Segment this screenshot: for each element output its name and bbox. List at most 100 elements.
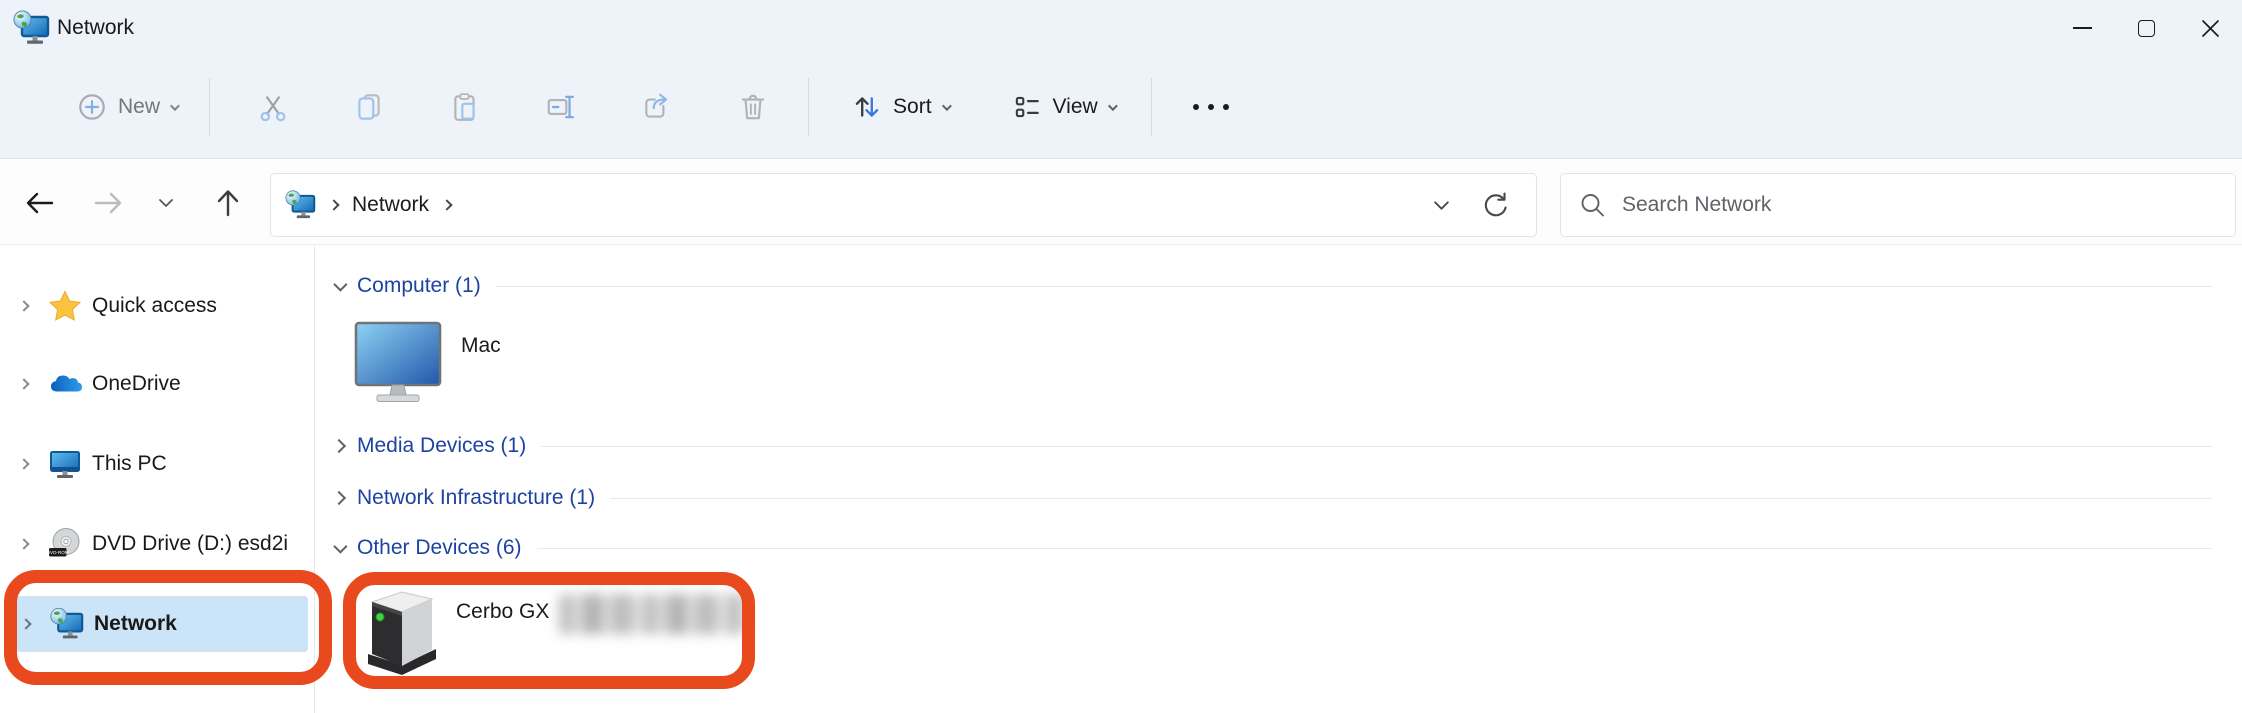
trash-icon	[737, 91, 769, 123]
network-monitor-globe-icon	[285, 190, 316, 220]
group-header-label: Computer (1)	[357, 274, 481, 298]
dvd-disc-icon: DVD-ROM	[48, 527, 82, 561]
sidebar-item-label: This PC	[92, 452, 167, 476]
delete-button[interactable]	[720, 74, 786, 140]
arrow-right-icon	[90, 187, 126, 219]
sidebar-item-label: Quick access	[92, 294, 217, 318]
chevron-down-icon	[170, 101, 180, 111]
view-list-icon	[1011, 91, 1043, 123]
arrow-up-icon	[211, 186, 245, 220]
item-label: Cerbo GX	[456, 600, 549, 678]
group-rule	[537, 548, 2212, 549]
share-button[interactable]	[624, 74, 690, 140]
group-header-network-infrastructure[interactable]: Network Infrastructure (1)	[316, 478, 2242, 518]
more-options-button[interactable]	[1178, 74, 1244, 140]
address-dropdown-button[interactable]	[1414, 186, 1468, 224]
close-button[interactable]	[2178, 0, 2242, 56]
up-button[interactable]	[206, 184, 250, 222]
computer-monitor-icon	[352, 320, 444, 408]
navigation-bar: Network	[0, 160, 2242, 245]
group-header-label: Other Devices (6)	[357, 536, 522, 560]
refresh-icon	[1480, 190, 1510, 220]
sidebar-item-this-pc[interactable]: This PC	[0, 436, 312, 492]
title-bar: Network	[0, 0, 2242, 56]
scissors-icon	[257, 91, 289, 123]
chevron-right-icon[interactable]	[18, 458, 29, 469]
search-input[interactable]	[1622, 193, 2217, 217]
plus-circle-icon	[76, 91, 108, 123]
chevron-right-icon[interactable]	[332, 491, 346, 505]
chevron-down-icon	[1108, 101, 1118, 111]
chevron-right-icon[interactable]	[18, 300, 29, 311]
chevron-right-icon[interactable]	[18, 378, 29, 389]
chevron-right-icon[interactable]	[18, 538, 29, 549]
view-button-label: View	[1053, 95, 1098, 119]
command-toolbar: New	[0, 56, 2242, 158]
chevron-down-icon[interactable]	[333, 540, 347, 554]
items-view: Computer (1) Mac Media Devices (1) Netwo…	[316, 246, 2242, 713]
item-mac[interactable]: Mac	[352, 320, 501, 408]
group-header-media-devices[interactable]: Media Devices (1)	[316, 426, 2242, 466]
group-header-label: Network Infrastructure (1)	[357, 486, 595, 510]
redacted-text	[559, 594, 747, 634]
chevron-down-icon[interactable]	[333, 278, 347, 292]
monitor-icon	[48, 447, 82, 481]
breadcrumb-network[interactable]: Network	[352, 193, 429, 217]
main-area: Quick access OneDrive This PC	[0, 246, 2242, 713]
sidebar-item-dvd-drive[interactable]: DVD-ROM DVD Drive (D:) esd2i	[0, 516, 312, 572]
sidebar-item-onedrive[interactable]: OneDrive	[0, 356, 312, 412]
network-device-icon	[362, 586, 442, 678]
paste-button[interactable]	[432, 74, 498, 140]
sort-button-label: Sort	[893, 95, 932, 119]
window-chrome: Network New	[0, 0, 2242, 159]
toolbar-divider	[808, 78, 809, 136]
back-button[interactable]	[18, 184, 62, 222]
onedrive-cloud-icon	[48, 367, 82, 401]
network-monitor-globe-icon	[50, 607, 84, 641]
search-icon	[1579, 192, 1606, 219]
rename-icon	[545, 91, 577, 123]
chevron-right-icon[interactable]	[332, 439, 346, 453]
network-monitor-globe-icon	[13, 10, 50, 46]
sort-arrows-icon	[851, 91, 883, 123]
group-rule	[610, 498, 2212, 499]
chevron-down-icon	[158, 197, 174, 209]
breadcrumb: Network	[285, 190, 1414, 220]
navigation-pane: Quick access OneDrive This PC	[0, 246, 315, 713]
minimize-icon	[2073, 27, 2092, 29]
search-box[interactable]	[1560, 173, 2236, 237]
group-rule	[541, 446, 2212, 447]
dvd-rom-icon-label: DVD-ROM	[48, 550, 69, 555]
chevron-down-icon	[1433, 199, 1450, 212]
sort-button[interactable]: Sort	[837, 81, 963, 133]
share-icon	[641, 91, 673, 123]
copy-button[interactable]	[336, 74, 402, 140]
refresh-button[interactable]	[1468, 186, 1522, 224]
sidebar-item-quick-access[interactable]: Quick access	[0, 278, 312, 334]
maximize-button[interactable]	[2114, 0, 2178, 56]
chevron-right-icon[interactable]	[20, 618, 31, 629]
minimize-button[interactable]	[2050, 0, 2114, 56]
chevron-right-icon[interactable]	[441, 199, 452, 210]
group-header-computer[interactable]: Computer (1)	[316, 266, 2242, 306]
cut-button[interactable]	[240, 74, 306, 140]
window-title: Network	[57, 16, 134, 40]
new-button-label: New	[118, 95, 160, 119]
new-button[interactable]: New	[62, 81, 191, 133]
group-rule	[496, 286, 2212, 287]
rename-button[interactable]	[528, 74, 594, 140]
clipboard-paste-icon	[449, 91, 481, 123]
group-header-other-devices[interactable]: Other Devices (6)	[316, 528, 2242, 568]
view-button[interactable]: View	[997, 81, 1129, 133]
ellipsis-icon	[1193, 104, 1229, 110]
sidebar-item-network[interactable]: Network	[16, 596, 308, 652]
recent-locations-button[interactable]	[148, 184, 184, 222]
forward-button[interactable]	[86, 184, 130, 222]
group-header-label: Media Devices (1)	[357, 434, 526, 458]
item-label: Mac	[461, 334, 501, 408]
sidebar-item-label: Network	[94, 612, 177, 636]
sidebar-item-label: DVD Drive (D:) esd2i	[92, 532, 288, 556]
file-explorer-window: Network New	[0, 0, 2242, 713]
item-cerbo-gx[interactable]: Cerbo GX	[362, 586, 747, 678]
address-bar[interactable]: Network	[270, 173, 1537, 237]
